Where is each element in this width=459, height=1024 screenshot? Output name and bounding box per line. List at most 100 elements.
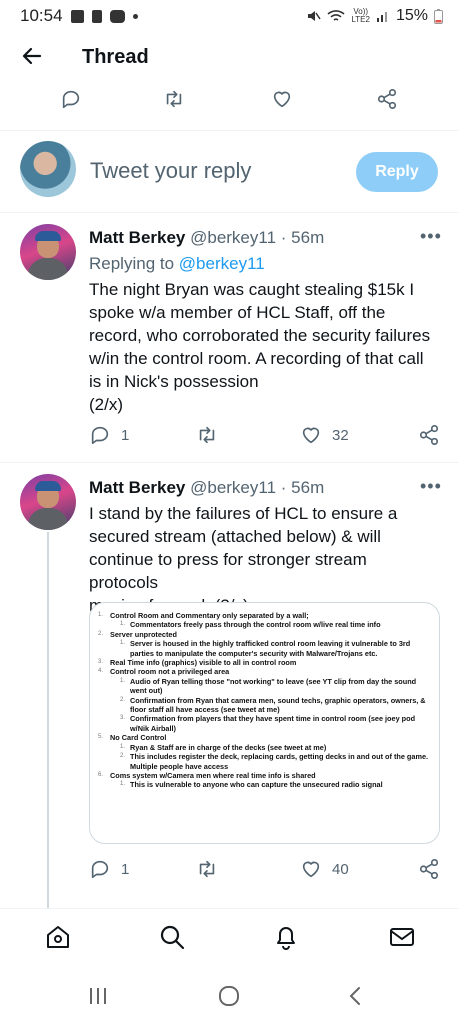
attachment-item-text: This is vulnerable to anyone who can cap… bbox=[130, 780, 383, 790]
tweet-text: I stand by the failures of HCL to ensure… bbox=[89, 502, 439, 617]
tweet-line: spoke w/a member of HCL Staff, off the bbox=[89, 303, 386, 322]
author-name[interactable]: Matt Berkey bbox=[89, 228, 185, 247]
attachment-item: 2. This includes register the deck, repla… bbox=[98, 752, 429, 771]
tweet-line: I stand by the failures of HCL to ensure… bbox=[89, 504, 398, 523]
system-nav-bar bbox=[0, 966, 459, 1024]
share-action[interactable] bbox=[376, 88, 398, 110]
share-icon bbox=[377, 89, 397, 109]
author-handle: @berkey11 bbox=[190, 228, 277, 247]
retweet-icon bbox=[199, 860, 215, 878]
retweet-action[interactable] bbox=[196, 424, 218, 446]
share-icon bbox=[419, 859, 439, 879]
reply-button[interactable]: Reply bbox=[356, 152, 438, 192]
top-app-bar: Thread bbox=[0, 36, 459, 80]
reply-composer: Tweet your reply Reply bbox=[0, 136, 459, 212]
attachment-item-text: Commentators freely pass through the con… bbox=[130, 620, 381, 630]
tweet-line: The night Bryan was caught stealing $15k… bbox=[89, 280, 415, 299]
retweet-icon bbox=[199, 426, 215, 444]
share-action[interactable] bbox=[418, 858, 440, 880]
tweet-line: is in Nick's possession bbox=[89, 372, 259, 391]
attachment-item-text: Ryan & Staff are in charge of the decks … bbox=[130, 742, 327, 752]
attachment-item-text: No Card Control bbox=[110, 733, 167, 743]
tweet-2-of-x[interactable]: Matt Berkey @berkey11 · 56m ••• Replying… bbox=[0, 212, 459, 462]
attachment-item-number: 5. bbox=[98, 734, 104, 741]
share-action[interactable] bbox=[418, 424, 440, 446]
attachment-item: 3. Confirmation from players that they ha… bbox=[98, 714, 429, 733]
attachment-item-number: 3. bbox=[120, 715, 126, 722]
tweet-time: · 56m bbox=[280, 478, 325, 497]
recents-icon[interactable] bbox=[86, 984, 110, 1008]
like-icon bbox=[273, 91, 291, 108]
notification-icon bbox=[91, 9, 102, 23]
author-avatar[interactable] bbox=[20, 224, 76, 280]
gallery-icon bbox=[70, 9, 84, 23]
search-icon[interactable] bbox=[158, 923, 186, 951]
reply-icon bbox=[91, 426, 109, 445]
attachment-item: 1. Audio of Ryan telling those "not worki… bbox=[98, 677, 429, 696]
attachment-item-text: Real Time info (graphics) visible to all… bbox=[110, 658, 297, 668]
youtube-icon bbox=[109, 9, 125, 23]
like-count: 32 bbox=[332, 426, 349, 444]
attachment-item: 4. Control room not a privileged area bbox=[98, 667, 429, 676]
battery-icon bbox=[434, 8, 443, 24]
divider bbox=[0, 130, 459, 131]
replying-to: Replying to @berkey11 bbox=[89, 254, 265, 274]
retweet-action[interactable] bbox=[196, 858, 218, 880]
battery-percent: 15% bbox=[395, 7, 428, 24]
retweet-action[interactable] bbox=[163, 88, 185, 110]
more-options-icon[interactable]: ••• bbox=[420, 226, 442, 247]
network-label: LTE2 bbox=[351, 15, 370, 24]
like-action[interactable]: 40 bbox=[300, 858, 349, 880]
like-action[interactable]: 32 bbox=[300, 424, 349, 446]
back-arrow-icon[interactable] bbox=[20, 44, 44, 68]
reply-icon bbox=[62, 90, 80, 109]
attachment-item: 1. Control Room and Commentary only separ… bbox=[98, 611, 429, 620]
notifications-icon[interactable] bbox=[272, 923, 300, 951]
replying-to-handle[interactable]: @berkey11 bbox=[179, 254, 265, 273]
attachment-item-number: 2. bbox=[98, 630, 104, 637]
attached-image[interactable]: 1. Control Room and Commentary only separ… bbox=[89, 602, 440, 844]
status-time: 10:54 bbox=[20, 6, 63, 25]
attachment-list: 1. Control Room and Commentary only separ… bbox=[98, 611, 429, 790]
reply-icon bbox=[91, 860, 109, 879]
attachment-item: 2. Server unprotected bbox=[98, 630, 429, 639]
messages-icon[interactable] bbox=[388, 923, 416, 951]
attachment-item-text: Coms system w/Camera men where real time… bbox=[110, 770, 316, 780]
like-icon bbox=[302, 427, 320, 444]
retweet-icon bbox=[166, 90, 182, 108]
reply-count: 1 bbox=[121, 860, 130, 878]
home-circle-icon[interactable] bbox=[217, 984, 241, 1008]
reply-action[interactable]: 1 bbox=[89, 424, 129, 446]
home-icon[interactable] bbox=[44, 923, 72, 951]
attachment-item-number: 1. bbox=[98, 612, 104, 618]
author-avatar[interactable] bbox=[20, 474, 76, 530]
attachment-item: 2. Confirmation from Ryan that camera men… bbox=[98, 696, 429, 715]
attachment-item-text: Server is housed in the highly trafficke… bbox=[130, 639, 411, 658]
attachment-item: 1. Commentators freely pass through the c… bbox=[98, 620, 429, 629]
like-count: 40 bbox=[332, 860, 349, 878]
like-action[interactable] bbox=[271, 88, 293, 110]
page-title: Thread bbox=[82, 46, 149, 68]
attachment-item-text: Confirmation from players that they have… bbox=[130, 714, 416, 733]
attachment-item-number: 1. bbox=[120, 743, 126, 750]
more-options-icon[interactable]: ••• bbox=[420, 476, 442, 497]
attachment-item: 1. Server is housed in the highly traffic… bbox=[98, 639, 429, 658]
status-bar: 10:54 Vo)) LTE2 15% bbox=[0, 0, 459, 32]
reply-action[interactable]: 1 bbox=[89, 858, 129, 880]
attachment-item-number: 6. bbox=[98, 771, 104, 778]
reply-action[interactable] bbox=[60, 88, 82, 110]
attachment-item: 3. Real Time info (graphics) visible to a… bbox=[98, 658, 429, 667]
tweet-header: Matt Berkey @berkey11 · 56m bbox=[89, 478, 324, 498]
attachment-item-text: Confirmation from Ryan that camera men, … bbox=[130, 695, 426, 715]
tweet-line: continue to press for stronger stream pr… bbox=[89, 550, 367, 592]
attachment-item-text: Control Room and Commentary only separat… bbox=[110, 611, 309, 620]
reply-input[interactable]: Tweet your reply bbox=[90, 158, 251, 184]
back-chevron-icon[interactable] bbox=[344, 984, 368, 1008]
attachment-item-number: 2. bbox=[120, 753, 126, 760]
attachment-item: 5. No Card Control bbox=[98, 733, 429, 742]
attachment-item-number: 2. bbox=[120, 696, 126, 703]
attachment-item-number: 4. bbox=[98, 668, 104, 675]
attachment-item-text: Server unprotected bbox=[110, 629, 177, 639]
author-name[interactable]: Matt Berkey bbox=[89, 478, 185, 497]
attachment-item-number: 1. bbox=[120, 677, 126, 684]
